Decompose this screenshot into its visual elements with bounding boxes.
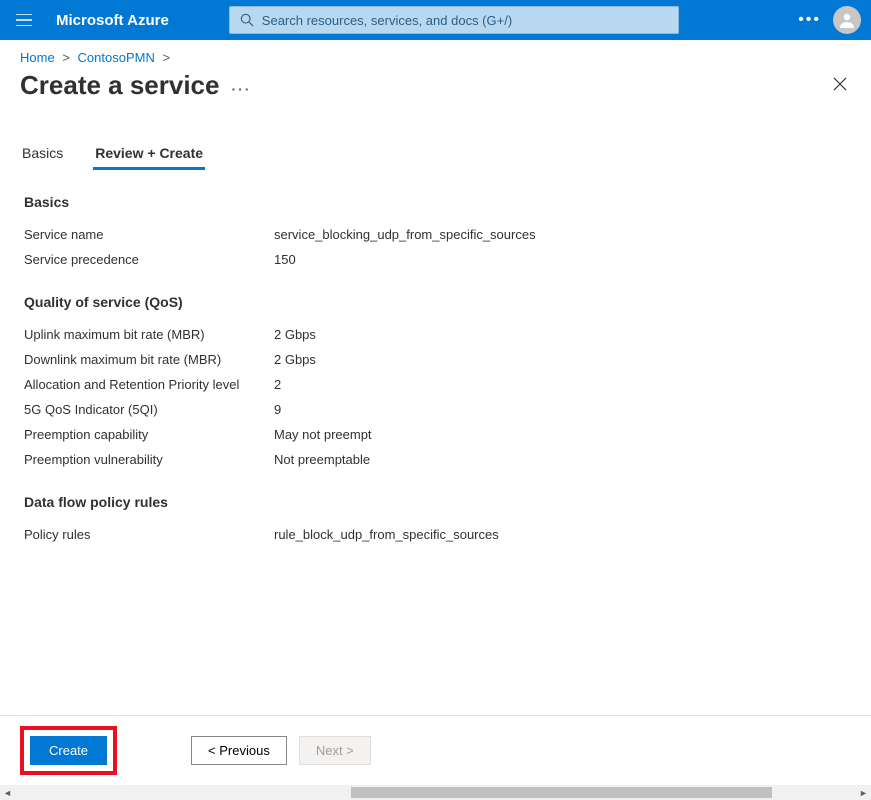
- downlink-mbr-label: Downlink maximum bit rate (MBR): [24, 352, 274, 367]
- close-icon: [833, 77, 847, 91]
- scroll-left-icon[interactable]: ◄: [0, 785, 15, 800]
- content-area: Basics Review + Create Basics Service na…: [0, 109, 871, 749]
- brand-label: Microsoft Azure: [56, 12, 169, 29]
- title-more-icon[interactable]: ···: [231, 81, 251, 97]
- section-rules: Data flow policy rules Policy rules rule…: [20, 494, 871, 547]
- preemption-capability-value: May not preempt: [274, 427, 372, 442]
- chevron-right-icon: >: [62, 50, 70, 65]
- create-highlight-box: Create: [20, 726, 117, 775]
- user-avatar[interactable]: [833, 6, 861, 34]
- scroll-track[interactable]: [15, 785, 856, 800]
- uplink-mbr-label: Uplink maximum bit rate (MBR): [24, 327, 274, 342]
- tab-basics[interactable]: Basics: [20, 139, 65, 170]
- search-placeholder: Search resources, services, and docs (G+…: [262, 13, 512, 28]
- service-name-label: Service name: [24, 227, 274, 242]
- fiveqi-label: 5G QoS Indicator (5QI): [24, 402, 274, 417]
- service-precedence-value: 150: [274, 252, 296, 267]
- search-input[interactable]: Search resources, services, and docs (G+…: [229, 6, 679, 34]
- section-qos-title: Quality of service (QoS): [24, 294, 871, 310]
- preemption-vulnerability-value: Not preemptable: [274, 452, 370, 467]
- chevron-right-icon: >: [162, 50, 170, 65]
- section-qos: Quality of service (QoS) Uplink maximum …: [20, 294, 871, 472]
- service-precedence-label: Service precedence: [24, 252, 274, 267]
- fiveqi-value: 9: [274, 402, 281, 417]
- hamburger-menu-icon[interactable]: [10, 6, 38, 34]
- policy-rules-label: Policy rules: [24, 527, 274, 542]
- scroll-right-icon[interactable]: ►: [856, 785, 871, 800]
- previous-button[interactable]: < Previous: [191, 736, 287, 765]
- footer-bar: Create < Previous Next >: [0, 715, 871, 785]
- breadcrumb: Home > ContosoPMN >: [0, 40, 871, 69]
- breadcrumb-home[interactable]: Home: [20, 50, 55, 65]
- section-basics-title: Basics: [24, 194, 871, 210]
- downlink-mbr-value: 2 Gbps: [274, 352, 316, 367]
- person-icon: [837, 10, 857, 30]
- top-bar: Microsoft Azure Search resources, servic…: [0, 0, 871, 40]
- title-row: Create a service ···: [0, 69, 871, 109]
- section-basics: Basics Service name service_blocking_udp…: [20, 194, 871, 272]
- topbar-more-icon[interactable]: •••: [798, 11, 821, 29]
- section-rules-title: Data flow policy rules: [24, 494, 871, 510]
- tab-review-create[interactable]: Review + Create: [93, 139, 205, 170]
- horizontal-scrollbar[interactable]: ◄ ►: [0, 785, 871, 800]
- page-title: Create a service: [20, 70, 219, 101]
- policy-rules-value: rule_block_udp_from_specific_sources: [274, 527, 499, 542]
- arp-level-label: Allocation and Retention Priority level: [24, 377, 274, 392]
- uplink-mbr-value: 2 Gbps: [274, 327, 316, 342]
- service-name-value: service_blocking_udp_from_specific_sourc…: [274, 227, 536, 242]
- close-button[interactable]: [829, 73, 851, 98]
- scroll-thumb[interactable]: [351, 787, 772, 798]
- search-icon: [240, 13, 254, 27]
- create-button[interactable]: Create: [30, 736, 107, 765]
- search-wrap: Search resources, services, and docs (G+…: [229, 6, 679, 34]
- preemption-capability-label: Preemption capability: [24, 427, 274, 442]
- tabs: Basics Review + Create: [20, 139, 871, 170]
- breadcrumb-contosopmn[interactable]: ContosoPMN: [78, 50, 155, 65]
- next-button: Next >: [299, 736, 371, 765]
- preemption-vulnerability-label: Preemption vulnerability: [24, 452, 274, 467]
- arp-level-value: 2: [274, 377, 281, 392]
